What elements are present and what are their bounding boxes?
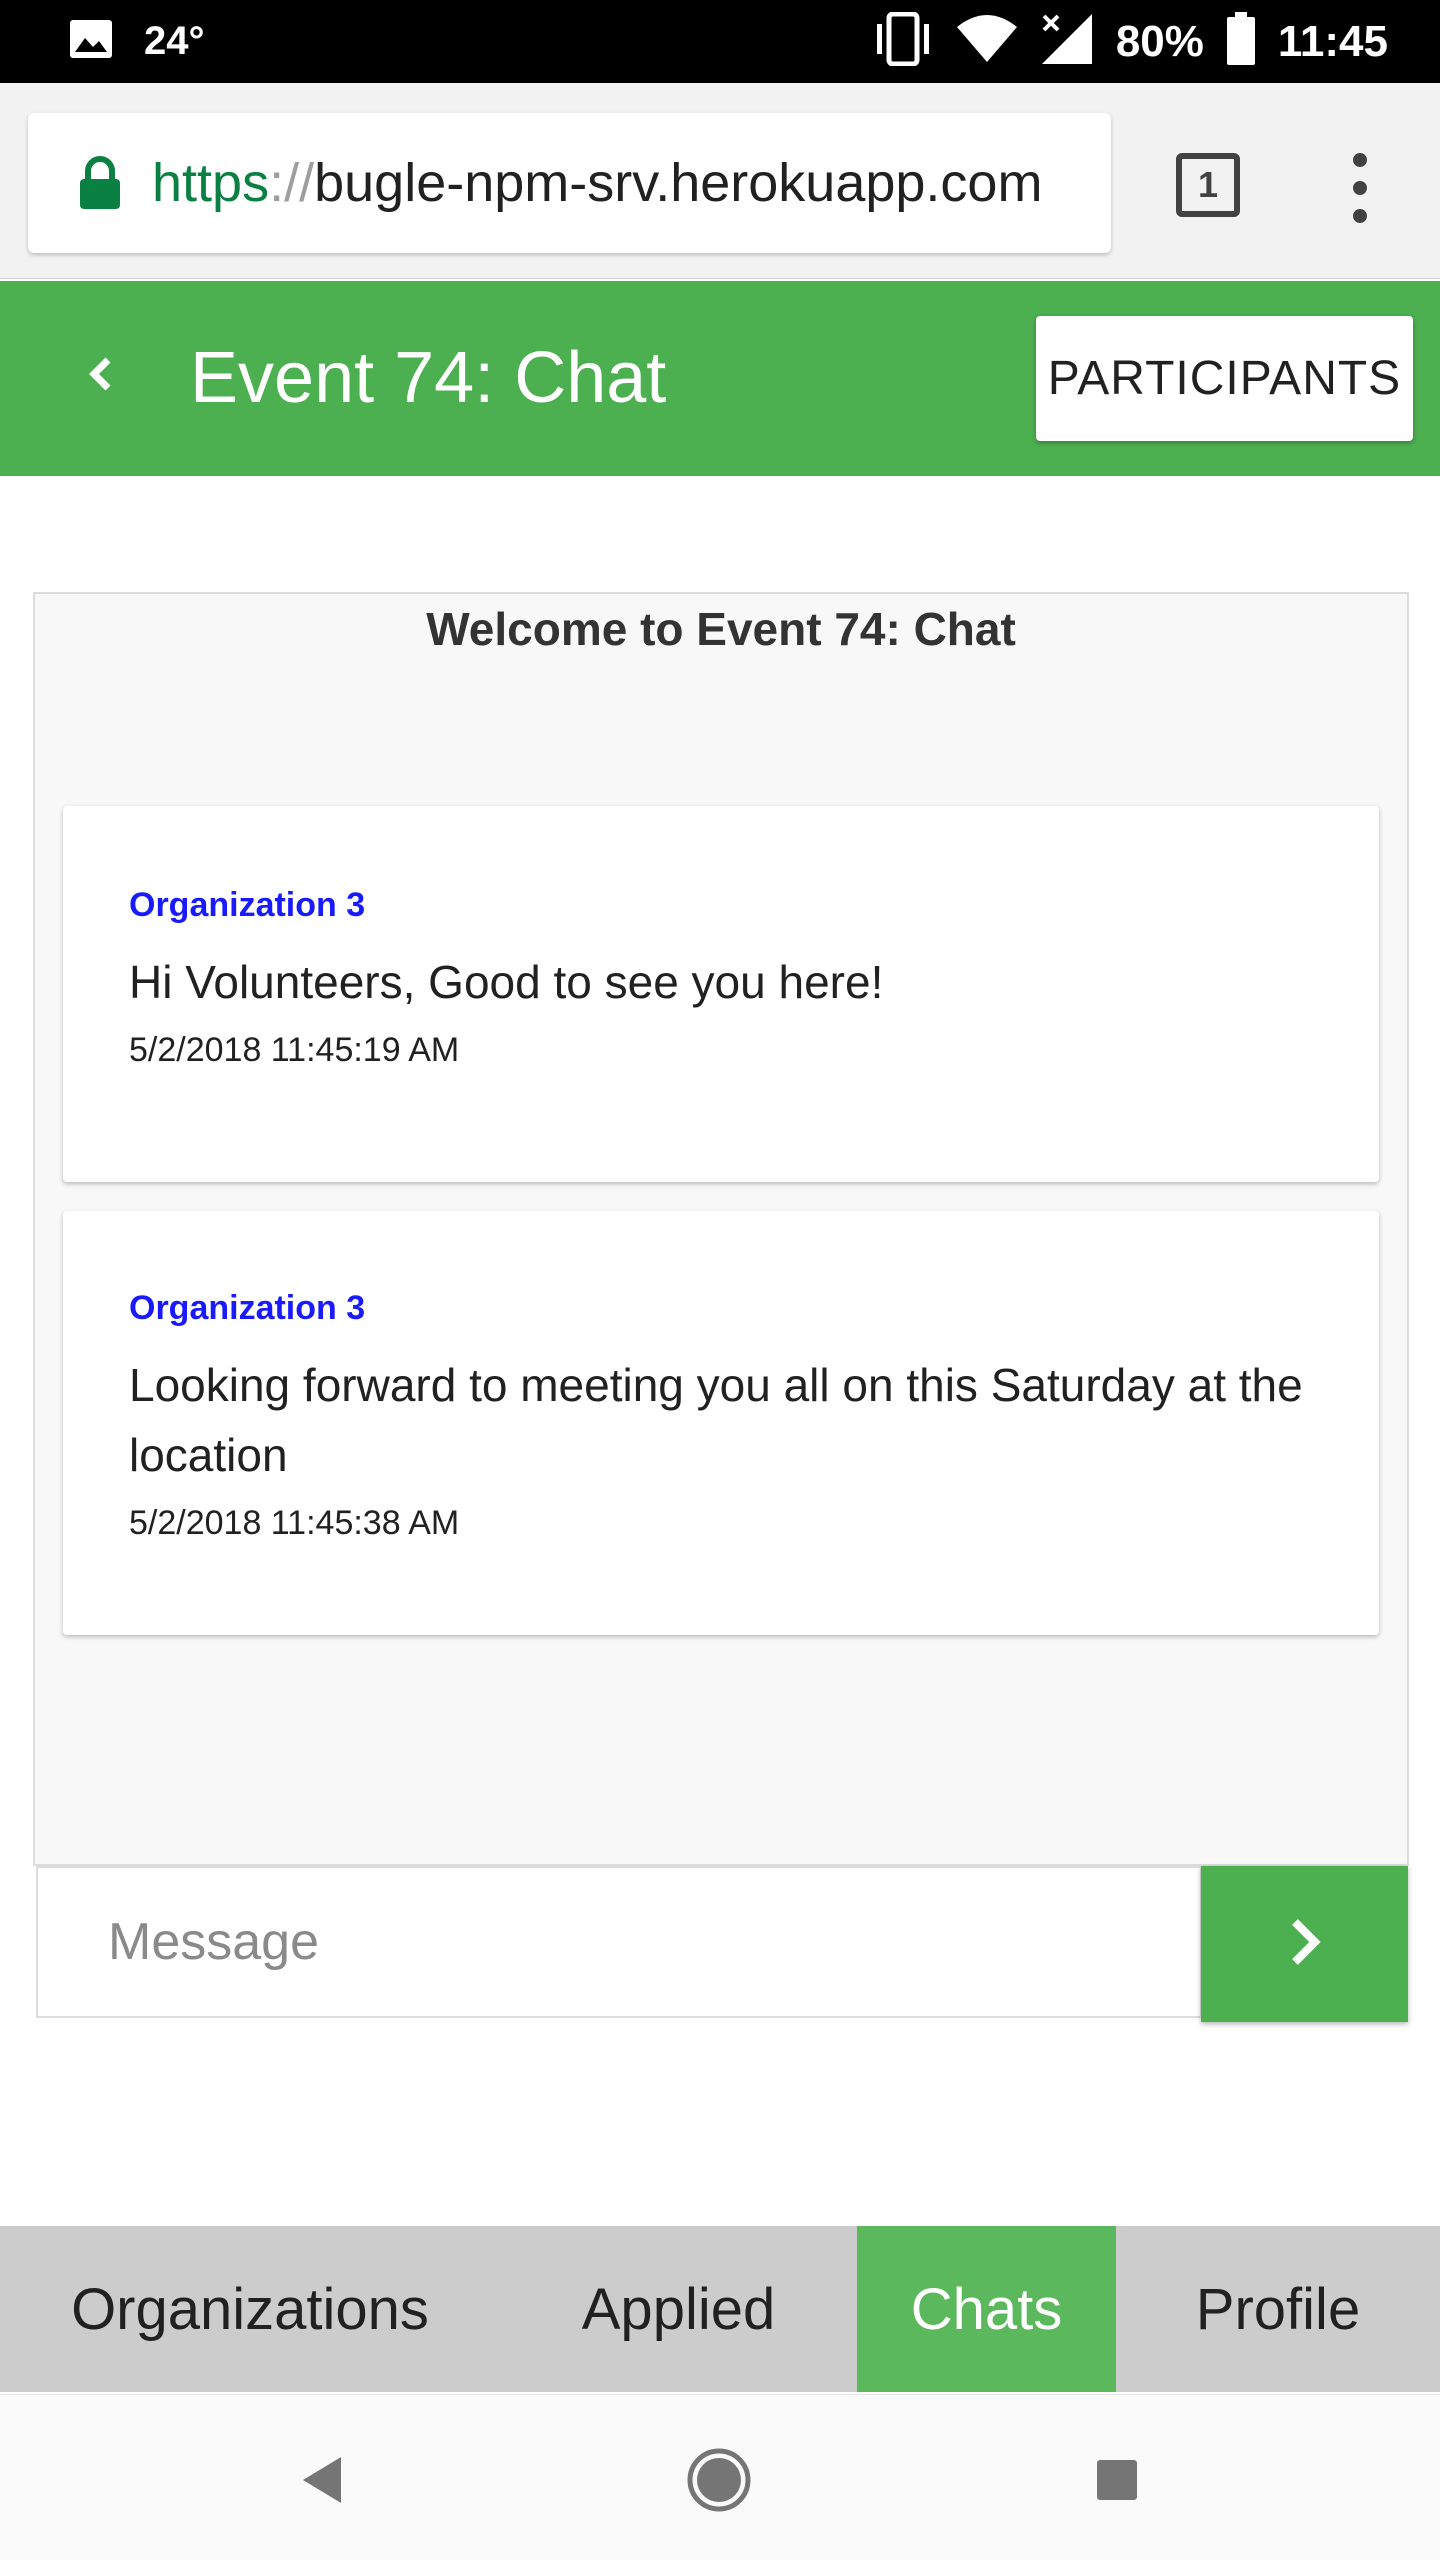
status-bar-left: 24° — [68, 0, 205, 83]
temperature-text: 24° — [144, 19, 205, 63]
vibrate-icon — [872, 11, 934, 71]
tab-profile[interactable]: Profile — [1116, 2226, 1440, 2392]
tab-chats[interactable]: Chats — [857, 2226, 1116, 2392]
system-nav-bar — [0, 2394, 1440, 2560]
lock-icon — [78, 155, 122, 211]
message-timestamp: 5/2/2018 11:45:38 AM — [129, 1504, 460, 1542]
tab-switcher-icon[interactable]: 1 — [1176, 153, 1240, 217]
message-card: Organization 3 Looking forward to meetin… — [63, 1211, 1379, 1635]
status-bar-right: 80% 11:45 — [872, 0, 1388, 83]
message-input[interactable] — [36, 1866, 1202, 2018]
message-sender: Organization 3 — [129, 1289, 366, 1327]
url-host: bugle-npm-srv.herokuapp.com — [314, 153, 1043, 213]
back-button[interactable] — [70, 336, 130, 416]
browser-toolbar: https://bugle-npm-srv.herokuapp.com 1 — [0, 83, 1440, 279]
image-icon — [68, 18, 114, 65]
chevron-left-icon — [86, 354, 114, 399]
url-separator: :// — [269, 153, 315, 213]
send-button[interactable] — [1201, 1866, 1408, 2022]
nav-back-icon[interactable] — [276, 2435, 366, 2525]
app-header: Event 74: Chat PARTICIPANTS — [0, 281, 1440, 476]
message-text: Hi Volunteers, Good to see you here! — [129, 956, 884, 1008]
nav-recents-icon[interactable] — [1072, 2435, 1162, 2525]
tab-count: 1 — [1197, 164, 1219, 205]
message-card: Organization 3 Hi Volunteers, Good to se… — [63, 806, 1379, 1182]
chevron-right-icon — [1287, 1916, 1323, 1973]
message-composer — [36, 1866, 1408, 2022]
battery-percent: 80% — [1115, 16, 1204, 66]
wifi-icon — [956, 15, 1018, 68]
signal-icon — [1040, 12, 1094, 71]
clock: 11:45 — [1277, 16, 1388, 66]
message-text: Looking forward to meeting you all on th… — [129, 1359, 1303, 1481]
status-bar: 24° 80% 11:45 — [0, 0, 1440, 83]
url-scheme: https — [152, 153, 270, 213]
battery-icon — [1226, 12, 1256, 71]
welcome-heading: Welcome to Event 74: Chat — [426, 603, 1016, 655]
message-sender: Organization 3 — [129, 886, 366, 924]
message-timestamp: 5/2/2018 11:45:19 AM — [129, 1031, 460, 1069]
chat-panel[interactable]: Welcome to Event 74: Chat Organization 3… — [33, 592, 1409, 1866]
tab-applied[interactable]: Applied — [500, 2226, 857, 2392]
tab-organizations[interactable]: Organizations — [0, 2226, 500, 2392]
participants-button[interactable]: PARTICIPANTS — [1036, 316, 1413, 441]
more-vert-icon[interactable] — [1340, 153, 1380, 223]
page-title: Event 74: Chat — [190, 338, 667, 418]
nav-home-icon[interactable] — [674, 2435, 764, 2525]
address-bar[interactable]: https://bugle-npm-srv.herokuapp.com — [28, 113, 1111, 253]
bottom-tab-bar: Organizations Applied Chats Profile — [0, 2226, 1440, 2392]
